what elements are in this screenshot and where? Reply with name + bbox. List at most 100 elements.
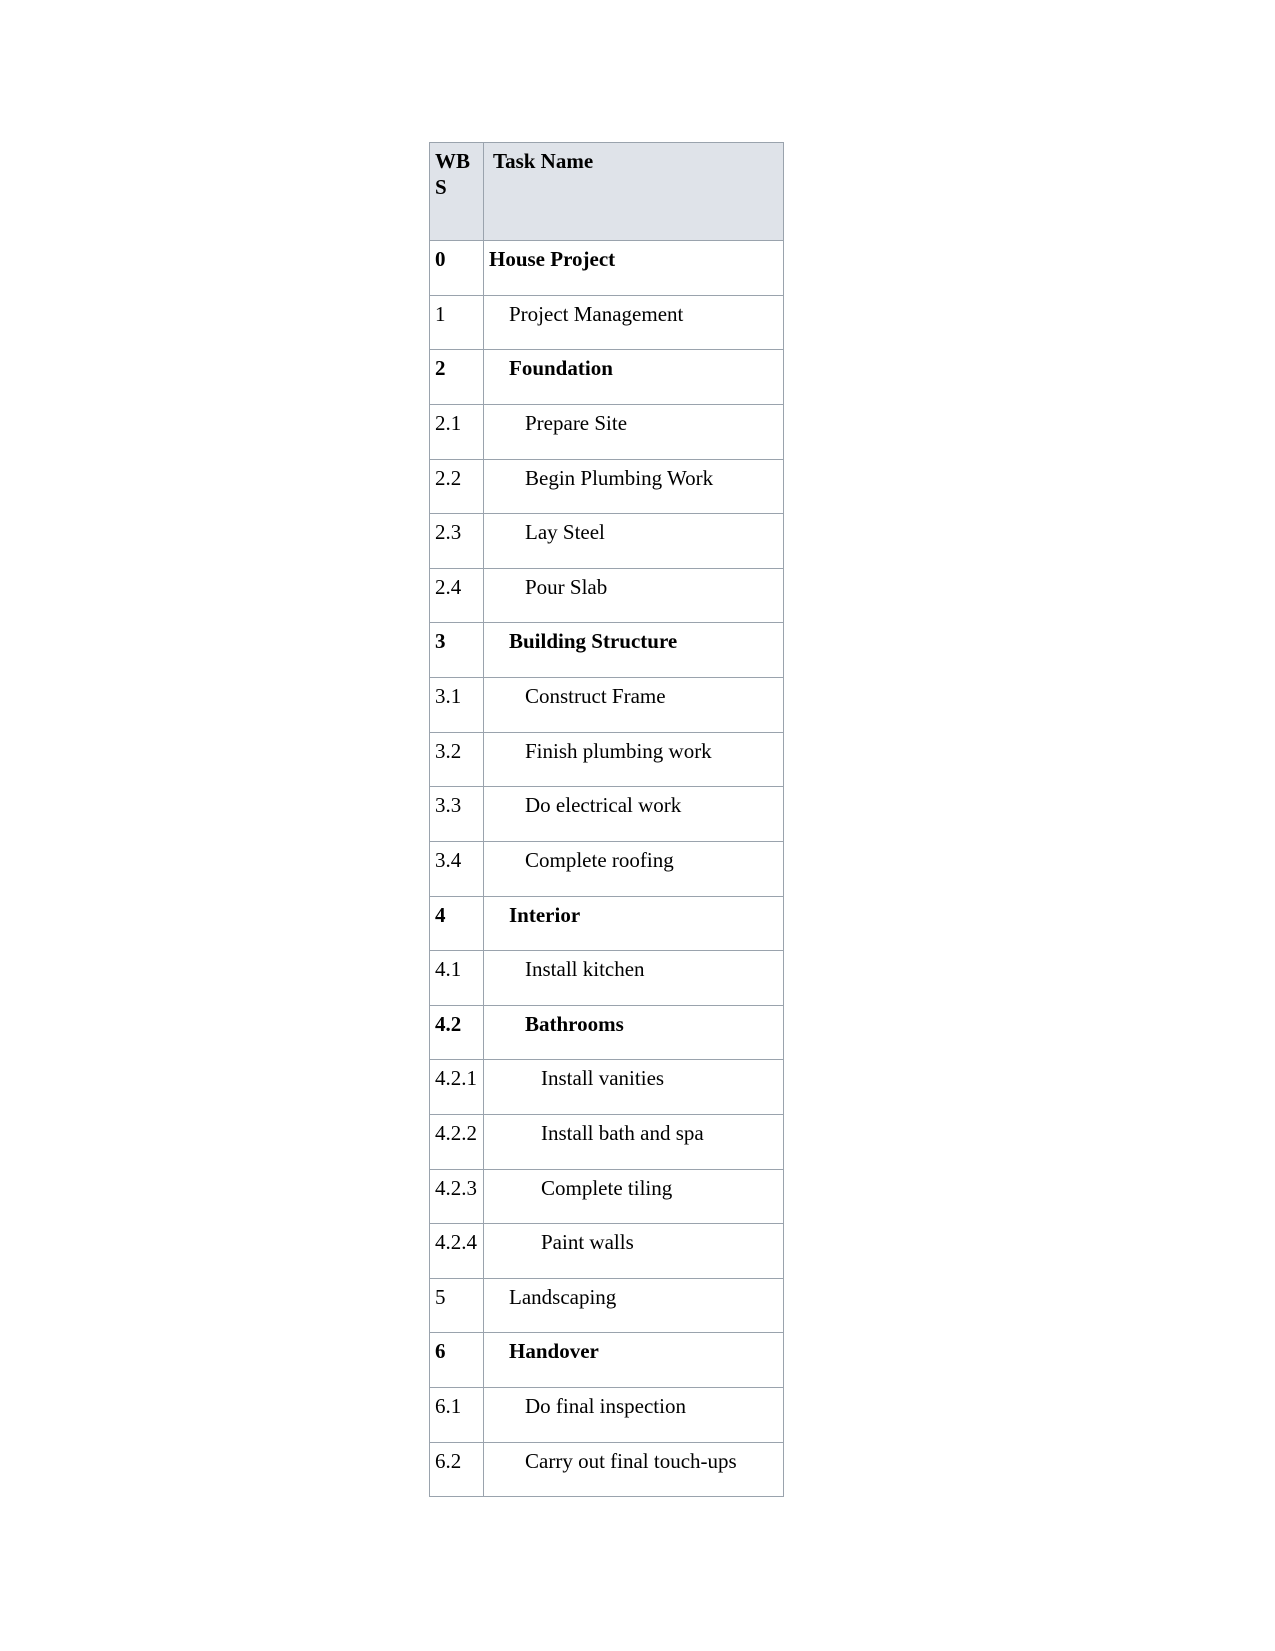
table-row: 2 Foundation: [429, 349, 784, 406]
cell-wbs: 2.3: [429, 513, 484, 569]
cell-wbs: 6.2: [429, 1441, 484, 1498]
task-name-label: Begin Plumbing Work: [525, 465, 714, 490]
cell-wbs: 3.3: [429, 786, 484, 842]
task-name-label: Bathrooms: [525, 1011, 624, 1036]
cell-task-name: Install bath and spa: [483, 1113, 784, 1170]
task-name-label: Foundation: [509, 356, 613, 381]
task-name-label: Landscaping: [509, 1284, 617, 1309]
task-name-label: Carry out final touch-ups: [525, 1448, 737, 1473]
column-header-wbs: WBS: [429, 141, 484, 242]
cell-task-name: Carry out final touch-ups: [483, 1441, 784, 1498]
table-row: 3.1 Construct Frame: [429, 677, 784, 733]
task-name-label: Handover: [509, 1339, 599, 1364]
cell-task-name: Complete tiling: [483, 1168, 784, 1225]
cell-wbs: 5: [429, 1277, 484, 1334]
task-name-label: Paint walls: [541, 1230, 634, 1255]
cell-wbs: 3: [429, 622, 484, 679]
cell-task-name: Handover: [483, 1332, 784, 1389]
table-row: 6.2 Carry out final touch-ups: [429, 1441, 784, 1498]
table-row: 4.2.4 Paint walls: [429, 1223, 784, 1279]
cell-wbs: 4.2.4: [429, 1223, 484, 1279]
task-name-label: Pour Slab: [525, 574, 608, 599]
cell-task-name: Landscaping: [483, 1277, 784, 1334]
task-name-label: Interior: [509, 902, 581, 927]
cell-task-name: Install kitchen: [483, 950, 784, 1006]
cell-wbs: 4.2.1: [429, 1059, 484, 1115]
task-name-label: Project Management: [509, 301, 684, 326]
task-name-label: Complete roofing: [525, 847, 674, 872]
table-row: 3 Building Structure: [429, 622, 784, 679]
table-row: 3.4 Complete roofing: [429, 840, 784, 897]
table-row: 4 Interior: [429, 895, 784, 952]
task-name-label: Install kitchen: [525, 957, 645, 982]
cell-task-name: Prepare Site: [483, 404, 784, 460]
cell-wbs: 3.1: [429, 677, 484, 733]
cell-wbs: 3.4: [429, 840, 484, 897]
table-row: 4.2 Bathrooms: [429, 1004, 784, 1061]
task-name-label: Prepare Site: [525, 411, 628, 436]
task-name-label: Building Structure: [509, 629, 678, 654]
task-name-label: Complete tiling: [541, 1175, 673, 1200]
cell-task-name: Project Management: [483, 294, 784, 351]
table-row: 4.1 Install kitchen: [429, 950, 784, 1006]
table-row: 2.1 Prepare Site: [429, 404, 784, 460]
task-name-label: Finish plumbing work: [525, 738, 712, 763]
cell-task-name: Begin Plumbing Work: [483, 458, 784, 515]
cell-task-name: Foundation: [483, 349, 784, 406]
cell-task-name: Bathrooms: [483, 1004, 784, 1061]
cell-wbs: 2.4: [429, 567, 484, 624]
cell-wbs: 4.1: [429, 950, 484, 1006]
wbs-table: WBS Task Name 0 House Project 1 Project Man…: [429, 141, 784, 1498]
cell-task-name: Paint walls: [483, 1223, 784, 1279]
task-name-label: Construct Frame: [525, 684, 666, 709]
cell-task-name: Do electrical work: [483, 786, 784, 842]
cell-wbs: 4: [429, 895, 484, 952]
table-row: 6.1 Do final inspection: [429, 1387, 784, 1443]
cell-wbs: 4.2.3: [429, 1168, 484, 1225]
task-name-label: Install vanities: [541, 1066, 665, 1091]
cell-task-name: Install vanities: [483, 1059, 784, 1115]
cell-wbs: 6.1: [429, 1387, 484, 1443]
task-name-label: House Project: [489, 247, 616, 272]
cell-wbs: 1: [429, 294, 484, 351]
table-row: 3.2 Finish plumbing work: [429, 731, 784, 788]
task-name-label: Do final inspection: [525, 1394, 686, 1419]
table-row: 2.4 Pour Slab: [429, 567, 784, 624]
table-row: 2.3 Lay Steel: [429, 513, 784, 569]
table-row: 4.2.1 Install vanities: [429, 1059, 784, 1115]
table-header: WBS Task Name: [429, 141, 784, 242]
task-name-label: Do electrical work: [525, 793, 682, 818]
cell-task-name: Lay Steel: [483, 513, 784, 569]
header-row: WBS Task Name: [429, 141, 784, 242]
cell-wbs: 2.1: [429, 404, 484, 460]
table-row: 4.2.3 Complete tiling: [429, 1168, 784, 1225]
cell-task-name: Construct Frame: [483, 677, 784, 733]
cell-wbs: 4.2.2: [429, 1113, 484, 1170]
wbs-table-container: WBS Task Name 0 House Project 1 Project Man…: [429, 141, 784, 1498]
table-row: 2.2 Begin Plumbing Work: [429, 458, 784, 515]
task-name-label: Lay Steel: [525, 520, 605, 545]
cell-wbs: 2: [429, 349, 484, 406]
table-row: 0 House Project: [429, 240, 784, 296]
table-row: 6 Handover: [429, 1332, 784, 1389]
column-header-task-name: Task Name: [483, 141, 784, 242]
cell-wbs: 0: [429, 240, 484, 296]
cell-task-name: House Project: [483, 240, 784, 296]
cell-wbs: 4.2: [429, 1004, 484, 1061]
cell-wbs: 2.2: [429, 458, 484, 515]
document-page: WBS Task Name 0 House Project 1 Project Man…: [0, 0, 1275, 1651]
cell-task-name: Do final inspection: [483, 1387, 784, 1443]
task-name-label: Install bath and spa: [541, 1120, 704, 1145]
table-row: 3.3 Do electrical work: [429, 786, 784, 842]
cell-task-name: Finish plumbing work: [483, 731, 784, 788]
table-row: 4.2.2 Install bath and spa: [429, 1113, 784, 1170]
cell-task-name: Complete roofing: [483, 840, 784, 897]
table-row: 1 Project Management: [429, 294, 784, 351]
cell-wbs: 3.2: [429, 731, 484, 788]
cell-task-name: Pour Slab: [483, 567, 784, 624]
table-row: 5 Landscaping: [429, 1277, 784, 1334]
cell-task-name: Interior: [483, 895, 784, 952]
cell-task-name: Building Structure: [483, 622, 784, 679]
table-body: 0 House Project 1 Project Management 2 Founda…: [429, 240, 784, 1498]
cell-wbs: 6: [429, 1332, 484, 1389]
